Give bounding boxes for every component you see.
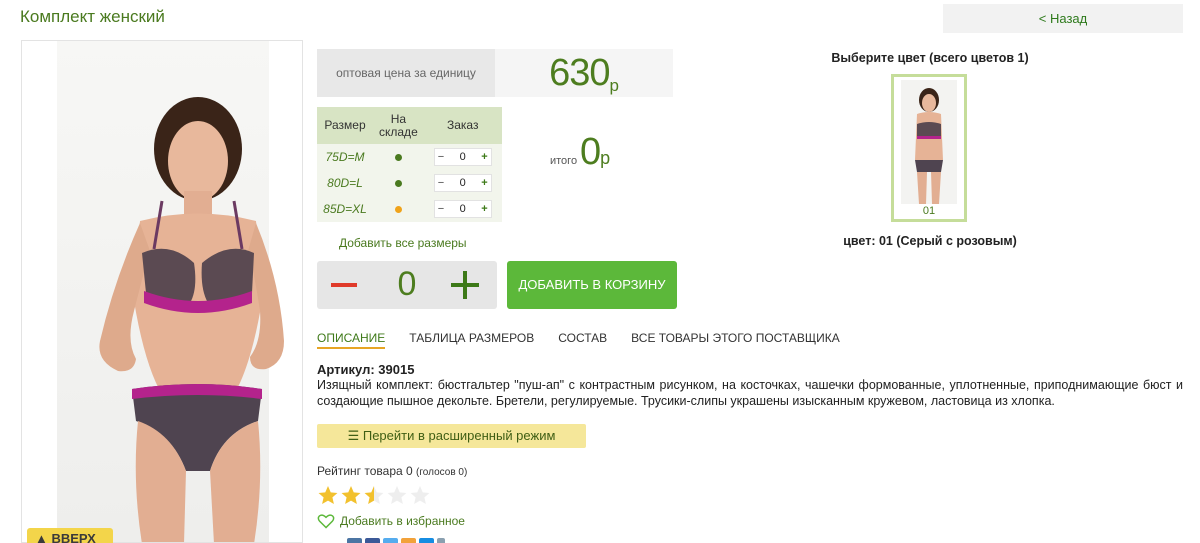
- stock-indicator: [373, 144, 424, 170]
- quantity-control: 0: [317, 261, 497, 309]
- price-currency: р: [609, 76, 619, 95]
- price-value: 630р: [495, 49, 673, 97]
- vk-icon[interactable]: [347, 538, 362, 543]
- quantity-stepper: − 0 +: [433, 200, 492, 218]
- price-amount: 630: [549, 52, 610, 94]
- star-icon[interactable]: [363, 485, 385, 505]
- total-value: 0р: [580, 131, 610, 174]
- size-table: Размер На складе Заказ 75D=M − 0 + 80D=L −…: [317, 107, 502, 222]
- article-number: Артикул: 39015: [317, 362, 415, 377]
- stock-dot-icon: [394, 154, 402, 161]
- order-header: Заказ: [423, 107, 502, 144]
- star-icon[interactable]: [409, 485, 431, 505]
- stock-dot-icon: [394, 180, 402, 187]
- add-to-cart-button[interactable]: ДОБАВИТЬ В КОРЗИНУ: [507, 261, 677, 309]
- plus-icon[interactable]: [451, 271, 479, 299]
- order-cell: − 0 +: [423, 170, 502, 196]
- back-button[interactable]: < Назад: [943, 4, 1183, 33]
- rating-text: Рейтинг товара 0 (голосов 0): [317, 464, 467, 478]
- increase-button[interactable]: +: [481, 203, 487, 215]
- size-name: 80D=L: [317, 170, 373, 196]
- mailru-icon[interactable]: [419, 538, 434, 543]
- tab-composition[interactable]: СОСТАВ: [558, 331, 607, 349]
- odnoklassniki-icon[interactable]: [401, 538, 416, 543]
- rating-label: Рейтинг товара 0: [317, 464, 413, 478]
- add-all-sizes-link[interactable]: Добавить все размеры: [339, 236, 467, 250]
- selected-color: цвет: 01 (Серый с розовым): [843, 234, 1017, 248]
- total-currency: р: [600, 148, 611, 168]
- swatch-model-icon: [915, 88, 943, 204]
- more-share-icon[interactable]: [437, 538, 445, 543]
- quantity-value[interactable]: 0: [460, 151, 466, 163]
- stock-indicator: [373, 196, 424, 222]
- decrease-button[interactable]: −: [438, 203, 444, 215]
- scroll-top-label: ВВЕРХ: [51, 531, 96, 543]
- rating-stars[interactable]: [317, 485, 431, 505]
- quantity-value[interactable]: 0: [460, 203, 466, 215]
- add-to-favorites[interactable]: Добавить в избранное: [317, 513, 465, 529]
- increase-button[interactable]: +: [481, 151, 487, 163]
- star-icon[interactable]: [340, 485, 362, 505]
- order-cell: − 0 +: [423, 196, 502, 222]
- size-name: 85D=XL: [317, 196, 373, 222]
- social-share: [347, 538, 445, 543]
- star-icon[interactable]: [317, 485, 339, 505]
- minus-icon[interactable]: [331, 283, 357, 287]
- color-swatch[interactable]: 01: [891, 74, 967, 222]
- heart-icon: [317, 514, 335, 529]
- quantity-stepper: − 0 +: [433, 174, 492, 192]
- tab-supplier-products[interactable]: ВСЕ ТОВАРЫ ЭТОГО ПОСТАВЩИКА: [631, 331, 840, 349]
- decrease-button[interactable]: −: [438, 151, 444, 163]
- size-header: Размер: [317, 107, 373, 144]
- tab-description[interactable]: ОПИСАНИЕ: [317, 331, 386, 349]
- decrease-button[interactable]: −: [438, 177, 444, 189]
- product-description: Изящный комплект: бюстгальтер "пуш-ап" с…: [317, 378, 1183, 408]
- color-select-title: Выберите цвет (всего цветов 1): [831, 51, 1029, 65]
- stock-indicator: [373, 170, 424, 196]
- quantity-value[interactable]: 0: [460, 177, 466, 189]
- price-label: оптовая цена за единицу: [317, 49, 495, 97]
- swatch-thumbnail: [901, 80, 957, 204]
- twitter-icon[interactable]: [383, 538, 398, 543]
- favorite-label: Добавить в избранное: [340, 514, 465, 528]
- list-icon: ☰: [347, 428, 360, 443]
- product-tabs: ОПИСАНИЕ ТАБЛИЦА РАЗМЕРОВ СОСТАВ ВСЕ ТОВ…: [317, 331, 840, 349]
- table-row: 80D=L − 0 +: [317, 170, 502, 196]
- order-cell: − 0 +: [423, 144, 502, 170]
- stock-header: На складе: [373, 107, 424, 144]
- size-name: 75D=M: [317, 144, 373, 170]
- table-row: 85D=XL − 0 +: [317, 196, 502, 222]
- quantity-display[interactable]: 0: [392, 265, 422, 304]
- page-title: Комплект женский: [20, 7, 165, 26]
- product-photo[interactable]: [21, 40, 303, 543]
- facebook-icon[interactable]: [365, 538, 380, 543]
- star-icon[interactable]: [386, 485, 408, 505]
- total-label: итого: [550, 155, 578, 167]
- scroll-top-button[interactable]: ▲ ВВЕРХ: [27, 528, 113, 543]
- swatch-number: 01: [922, 205, 936, 217]
- advanced-mode-button[interactable]: ☰ Перейти в расширенный режим: [317, 424, 586, 448]
- advanced-mode-label: Перейти в расширенный режим: [362, 428, 556, 443]
- quantity-stepper: − 0 +: [433, 148, 492, 166]
- total-amount: 0: [580, 131, 601, 173]
- table-row: 75D=M − 0 +: [317, 144, 502, 170]
- tab-size-table[interactable]: ТАБЛИЦА РАЗМЕРОВ: [409, 331, 534, 349]
- model-illustration: [99, 97, 284, 542]
- rating-votes: (голосов 0): [416, 467, 468, 478]
- increase-button[interactable]: +: [481, 177, 487, 189]
- stock-dot-icon: [394, 206, 402, 213]
